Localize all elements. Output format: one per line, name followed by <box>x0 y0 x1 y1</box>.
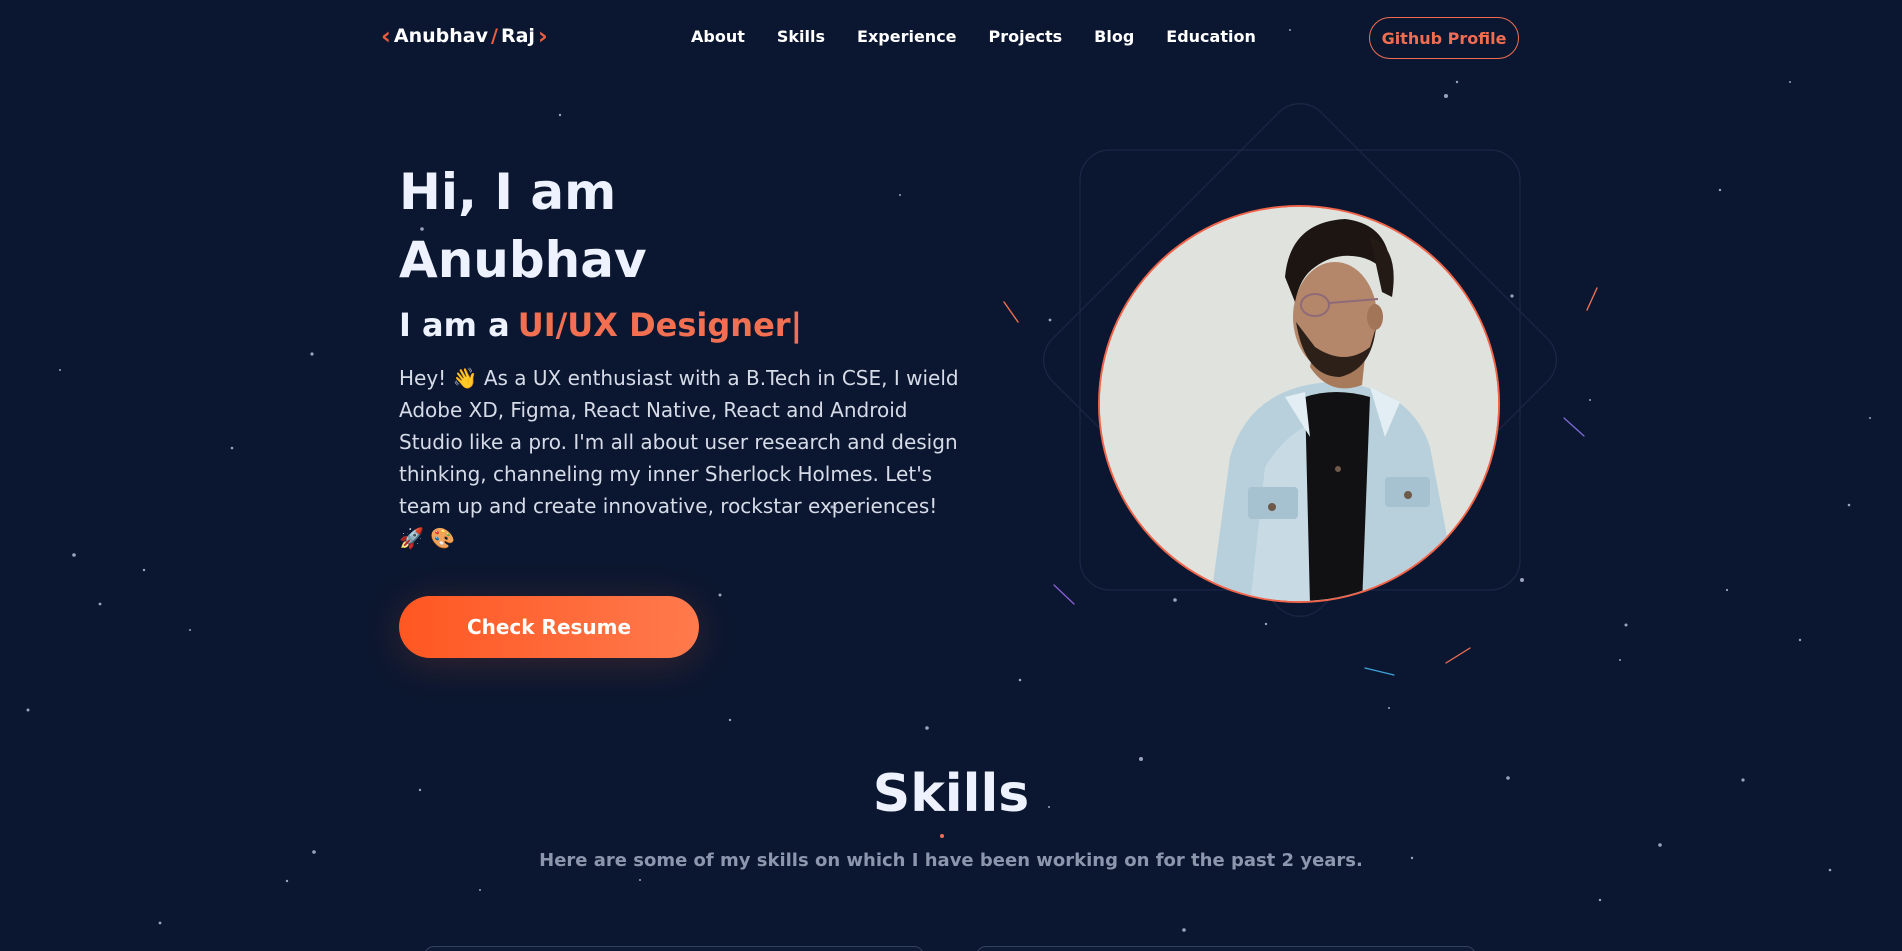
hero-heading: Hi, I am Anubhav <box>399 158 919 294</box>
hero-bio: Hey! 👋 As a UX enthusiast with a B.Tech … <box>399 366 959 550</box>
github-profile-button[interactable]: Github Profile <box>1369 17 1519 59</box>
nav-link-about[interactable]: About <box>691 27 745 46</box>
logo-slash: / <box>490 25 498 47</box>
logo-first-name: Anubhav <box>393 25 488 47</box>
site-logo[interactable]: ‹ Anubhav / Raj › <box>381 24 548 48</box>
logo-last-name: Raj <box>500 25 535 47</box>
role-typewriter-text: UI/UX Designer <box>517 306 791 344</box>
hero-role: I am a UI/UX Designer| <box>399 306 802 344</box>
nav-link-blog[interactable]: Blog <box>1094 27 1134 46</box>
typewriter-cursor: | <box>790 306 803 344</box>
skill-card <box>976 946 1476 951</box>
role-prefix: I am a <box>399 306 510 344</box>
skills-section-title: Skills <box>872 764 1030 824</box>
skill-card <box>424 946 924 951</box>
hero-name: Anubhav <box>399 231 647 289</box>
nav-link-skills[interactable]: Skills <box>777 27 825 46</box>
check-resume-button[interactable]: Check Resume <box>399 596 699 658</box>
hero-greeting-line-1: Hi, I am <box>399 163 617 221</box>
top-navbar: ‹ Anubhav / Raj › About Skills Experienc… <box>0 0 1902 78</box>
skills-section-subtitle: Here are some of my skills on which I ha… <box>539 850 1363 871</box>
nav-link-experience[interactable]: Experience <box>857 27 957 46</box>
chevron-left-icon: ‹ <box>381 22 391 50</box>
profile-photo-illustration <box>1100 207 1498 601</box>
nav-link-projects[interactable]: Projects <box>989 27 1063 46</box>
nav-link-education[interactable]: Education <box>1166 27 1256 46</box>
chevron-right-icon: › <box>537 22 548 50</box>
nav-links: About Skills Experience Projects Blog Ed… <box>691 27 1256 46</box>
profile-photo <box>1098 205 1500 603</box>
